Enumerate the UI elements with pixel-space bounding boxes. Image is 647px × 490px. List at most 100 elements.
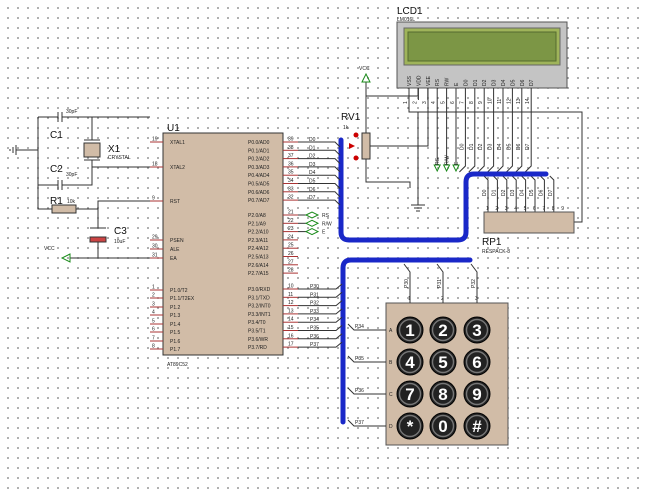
lcd-pin-label: D7 [529,79,535,86]
u1-right-pin-number: 33 [288,186,294,192]
keypad-key-label: 6 [472,353,481,372]
lcd-pin-label: D4 [501,79,507,86]
p3-net-label: P37 [310,342,319,348]
lcd-pin-number: 6 [450,101,456,104]
keypad-key-label: 4 [405,353,415,372]
lcd-data-net-label: D4 [497,143,503,150]
u1-right-pin-name: P3.7/RD [248,345,267,351]
mcu-data-wire [298,174,341,181]
keypad-row-net: P34 [355,324,364,330]
keypad-row-label: C [389,392,393,398]
keypad-row-net: P37 [355,420,364,426]
u1-left-pin-name: P1.3 [170,313,181,319]
ground-symbol-left [9,145,38,155]
mcu-data-net-label: D6 [309,187,316,193]
lcd-module[interactable]: LCD1 LM016L VSS1VDD2VEE3RS4RW5E6D07D18D2… [396,6,568,104]
microcontroller-u1[interactable]: U1 AT89C52 19XTAL118XTAL29RST29PSEN30ALE… [150,123,298,368]
keypad-key[interactable]: 2 [429,316,457,344]
crystal-oscillator-circuit[interactable]: C1 30pF C2 30pF X1 CRYSTAL R1 10k C3 10u… [9,109,150,263]
u1-left-pin-number: 8 [152,344,155,350]
rp1-data-net-label: D0 [482,189,488,196]
lcd-pin-number: 9 [478,101,484,104]
p3-net-label: P31 [310,292,319,298]
u1-right-pin-number: 14 [288,317,294,323]
rp1-pin-number: 2 [495,206,498,212]
c3-value: 10uF [114,239,125,245]
x1-type: CRYSTAL [108,155,131,161]
r1-value: 10k [67,199,76,205]
u1-right-pin-number: 37 [288,153,294,159]
ctrl-flag-icon [304,228,320,236]
u1-right-pin-number: 11 [288,292,293,298]
u1-left-pin-number: 29 [152,235,158,241]
rv1-wiper-icon [349,143,355,149]
keypad-key[interactable]: 4 [396,348,424,376]
keypad-key[interactable]: 5 [429,348,457,376]
lcd-pin-label: VSS [407,75,413,86]
u1-left-pin-name: XTAL2 [170,165,185,171]
keypad[interactable]: 1 2 34 5 67 8 9* 0 # AP34BP35CP36DP371P302P313P3… [347,263,509,446]
rp1-pin-number: 9 [561,206,564,212]
rv1-terminal-top [353,132,359,138]
lcd-pin-label: RS [435,78,441,86]
u1-left-pin-number: 3 [152,302,155,308]
u1-right-pin-number: 34 [288,178,294,184]
keypad-key[interactable]: # [463,412,491,440]
u1-right-pin-name: P3.4/T0 [248,320,266,326]
keypad-key[interactable]: 8 [429,380,457,408]
schematic-canvas[interactable]: LCD1 LM016L VSS 1 VDD 2 VEE 3 RS 4 RW 5 E 6 D0 7 D1 8 D2… [0,0,647,490]
lcd-pin-label: D5 [510,79,516,86]
rp1-data-net-label: D6 [538,189,544,196]
lcd-pin-number: 1 [403,101,409,104]
keypad-key[interactable]: 1 [396,316,424,344]
u1-left-pin-number: 19 [152,137,158,143]
u1-model: AT89C52 [167,362,188,368]
rp1-common-wire [418,111,583,223]
u1-left-pin-name: P1.5 [170,330,181,336]
keypad-key[interactable]: * [396,412,424,440]
lcd-data-net-label: D0 [459,143,465,150]
lcd-pin-label: D0 [463,79,469,86]
u1-right-pin-name: P0.0/AD0 [248,140,270,146]
mcu-data-net-label: D2 [309,154,316,160]
rp1-pin-number: 6 [533,206,536,212]
lcd-pin-label: VEE [426,75,432,86]
keypad-key[interactable]: 7 [396,380,424,408]
u1-right-pin-name: P0.4/AD4 [248,173,270,179]
rp1-ref: RP1 [482,237,502,248]
x1-ref: X1 [108,144,121,155]
lcd-pin-label: D2 [482,79,488,86]
u1-right-pin-number: 15 [288,325,294,331]
rv1-ref: RV1 [341,112,361,123]
p3-wire [298,300,343,307]
keypad-key-label: 5 [438,353,447,372]
lcd-screen-inner [407,31,557,62]
u1-right-pin-number: 24 [288,234,294,240]
u1-right-pin-name: P0.5/AD5 [248,182,270,188]
lcd-ctrl-net-label: E [454,161,460,165]
u1-right-pin-number: 28 [288,268,294,274]
keypad-key[interactable]: 6 [463,348,491,376]
keypad-key[interactable]: 0 [429,412,457,440]
c1-value: 30pF [66,109,77,115]
lcd-data-net-label: D5 [506,143,512,150]
keypad-key-label: 1 [405,321,414,340]
keypad-key[interactable]: 3 [463,316,491,344]
lcd-pin-number: 4 [431,101,437,104]
rp1-pin-number: 4 [514,206,517,212]
u1-right-pin-number: 32 [288,195,294,201]
u1-right-pin-name: P2.0/A8 [248,213,266,219]
u1-right-pin-number: 10 [288,284,294,290]
lcd-pin-number: 7 [459,101,465,104]
keypad-key[interactable]: 9 [463,380,491,408]
p3-net-label: P34 [310,317,319,323]
resistor-pack-rp1[interactable]: RP1 RESPACK-8 12 34 567 89 [482,206,575,255]
u1-right-pin-number: 13 [288,308,294,314]
vcc-label-left: VCC [44,246,55,252]
lcd-data-wire [506,100,513,173]
mcu-data-net-label: D0 [309,137,316,143]
u1-left-pin-number: 5 [152,319,155,325]
keypad-col-net: P30 [404,279,410,288]
control-net-flags: RS R/W E [298,211,332,236]
keypad-col-net: P31 [437,279,443,288]
